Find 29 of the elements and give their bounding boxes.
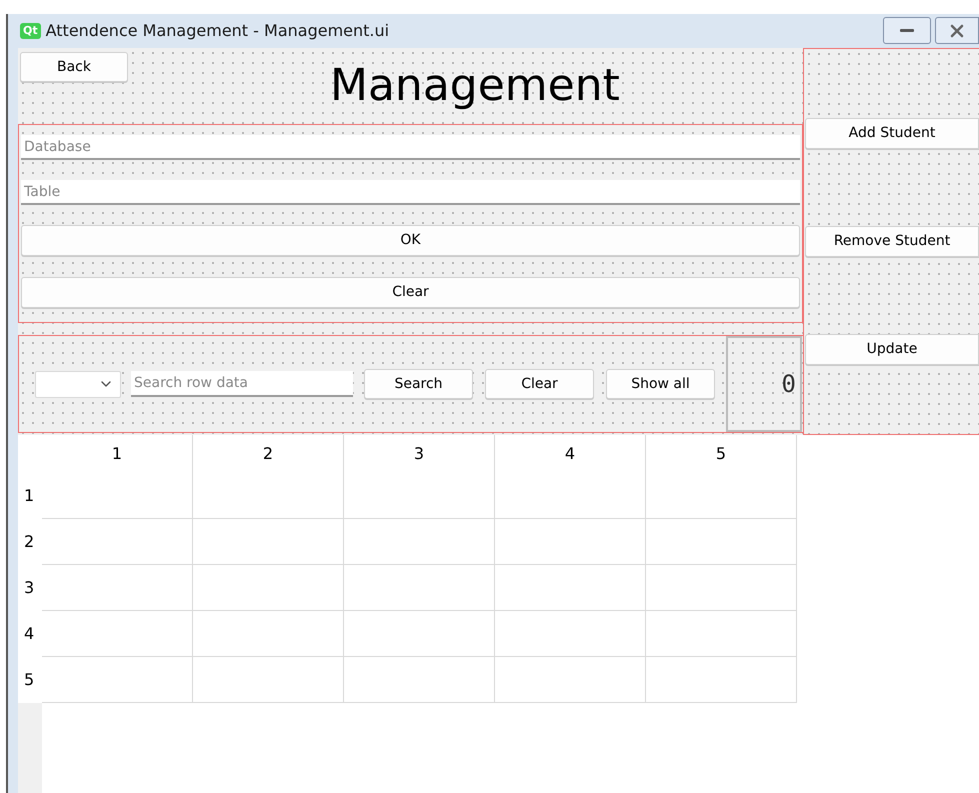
column-header: 1: [42, 435, 193, 473]
page-heading: Management: [330, 60, 620, 112]
search-bar-button[interactable]: Clear: [485, 369, 594, 399]
close-button[interactable]: [935, 17, 979, 44]
table-field[interactable]: Table: [21, 180, 800, 205]
row-header: 5: [18, 657, 42, 703]
window-title: Attendence Management - Management.ui: [46, 20, 390, 42]
column-header: 5: [646, 435, 797, 473]
database-field[interactable]: Database: [21, 135, 800, 160]
back-button[interactable]: Back: [20, 52, 128, 82]
row-header: 4: [18, 611, 42, 657]
ok-button[interactable]: OK: [21, 225, 800, 256]
lcd-counter: 0: [726, 336, 802, 432]
row-header: 1: [18, 473, 42, 519]
search-field[interactable]: Search row data: [131, 371, 353, 397]
search-bar-button[interactable]: Show all: [606, 369, 715, 399]
column-header: 2: [193, 435, 344, 473]
row-header: 2: [18, 519, 42, 565]
column-header: 3: [344, 435, 495, 473]
minimize-button[interactable]: [883, 17, 931, 44]
side-button[interactable]: Update: [805, 334, 979, 365]
column-header: 4: [495, 435, 646, 473]
minimize-icon: [900, 29, 914, 32]
app-logo: Qt: [20, 23, 41, 39]
side-button[interactable]: Remove Student: [805, 226, 979, 257]
clear-button[interactable]: Clear: [21, 277, 800, 308]
side-button[interactable]: Add Student: [805, 118, 979, 149]
row-header: 3: [18, 565, 42, 611]
search-bar-button[interactable]: Search: [364, 369, 473, 399]
